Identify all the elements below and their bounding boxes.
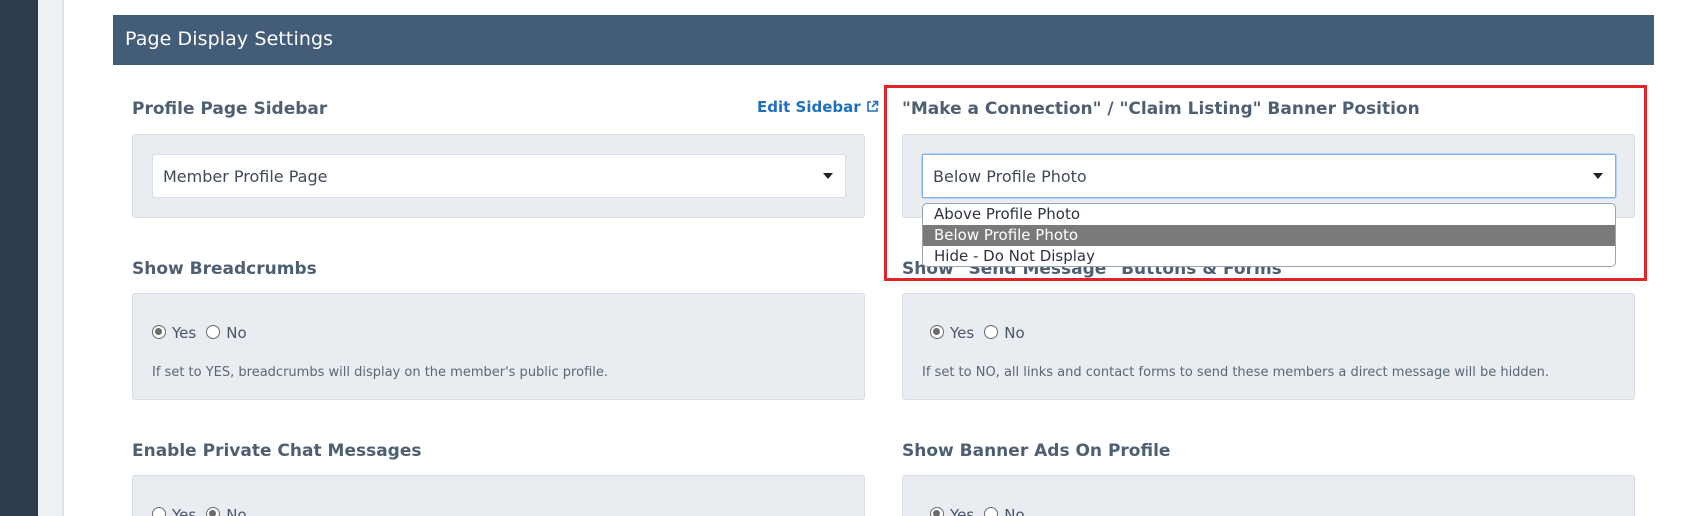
banner-ads-no-radio[interactable] bbox=[984, 507, 999, 516]
banner-ads-radio-group: Yes No bbox=[930, 506, 1035, 516]
private-chat-yes-label: Yes bbox=[172, 506, 197, 516]
breadcrumbs-label: Show Breadcrumbs bbox=[132, 259, 317, 279]
private-chat-no-radio[interactable] bbox=[206, 507, 221, 516]
caret-down-icon bbox=[823, 173, 833, 179]
breadcrumbs-box: Yes No If set to YES, breadcrumbs will di… bbox=[132, 293, 865, 400]
breadcrumbs-no-radio[interactable] bbox=[206, 325, 221, 339]
profile-sidebar-select[interactable]: Member Profile Page bbox=[152, 154, 846, 198]
edit-sidebar-label: Edit Sidebar bbox=[757, 98, 861, 116]
breadcrumbs-no-label: No bbox=[226, 324, 247, 342]
send-message-help: If set to NO, all links and contact form… bbox=[922, 365, 1550, 380]
send-message-radio-group: Yes No bbox=[930, 324, 1035, 342]
profile-sidebar-label: Profile Page Sidebar bbox=[132, 99, 328, 119]
breadcrumbs-radio-group: Yes No bbox=[152, 324, 257, 342]
send-message-no-label: No bbox=[1004, 324, 1025, 342]
breadcrumbs-help: If set to YES, breadcrumbs will display … bbox=[152, 365, 609, 380]
send-message-no-radio[interactable] bbox=[984, 325, 999, 339]
private-chat-no-label: No bbox=[226, 506, 247, 516]
panel-title: Page Display Settings bbox=[125, 28, 334, 50]
private-chat-label: Enable Private Chat Messages bbox=[132, 441, 422, 461]
send-message-box: Yes No If set to NO, all links and contac… bbox=[902, 293, 1635, 400]
highlight-box bbox=[884, 85, 1647, 281]
banner-ads-yes-radio[interactable] bbox=[930, 507, 944, 516]
private-chat-radio-group: Yes No bbox=[152, 506, 257, 516]
banner-ads-no-label: No bbox=[1004, 506, 1025, 516]
send-message-yes-label: Yes bbox=[950, 324, 975, 342]
banner-ads-box: Yes No bbox=[902, 475, 1635, 516]
external-link-icon bbox=[866, 100, 879, 113]
banner-ads-label: Show Banner Ads On Profile bbox=[902, 441, 1171, 461]
edit-sidebar-link[interactable]: Edit Sidebar bbox=[757, 98, 879, 116]
profile-sidebar-box: Member Profile Page bbox=[132, 134, 865, 218]
private-chat-box: Yes No bbox=[132, 475, 865, 516]
breadcrumbs-yes-radio[interactable] bbox=[152, 325, 166, 339]
profile-sidebar-value: Member Profile Page bbox=[163, 167, 328, 186]
breadcrumbs-yes-label: Yes bbox=[172, 324, 197, 342]
banner-ads-yes-label: Yes bbox=[950, 506, 975, 516]
panel-header: Page Display Settings bbox=[113, 15, 1654, 65]
send-message-yes-radio[interactable] bbox=[930, 325, 944, 339]
app-sidebar-rail bbox=[0, 0, 38, 516]
private-chat-yes-radio[interactable] bbox=[152, 507, 166, 516]
content-gutter bbox=[38, 0, 62, 516]
